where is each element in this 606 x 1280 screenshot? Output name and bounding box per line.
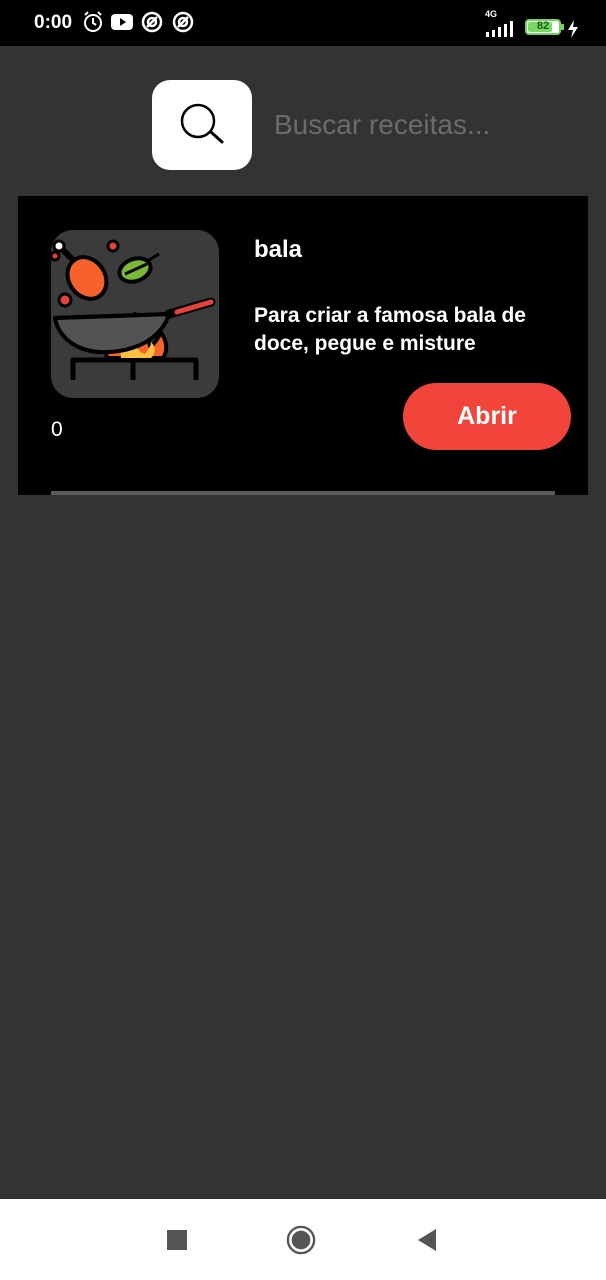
card-divider bbox=[51, 491, 555, 495]
signal-icon bbox=[484, 20, 516, 43]
charging-icon bbox=[567, 20, 579, 43]
alarm-icon bbox=[82, 10, 104, 39]
search-input[interactable] bbox=[272, 98, 576, 152]
recipe-title: bala bbox=[254, 236, 303, 263]
battery-level: 82 bbox=[536, 20, 550, 32]
recipe-count: 0 bbox=[51, 418, 63, 441]
home-circle-icon[interactable] bbox=[286, 1225, 316, 1255]
sync-icon bbox=[172, 10, 194, 39]
navigation-bar bbox=[0, 1199, 606, 1280]
search-button[interactable] bbox=[152, 80, 252, 170]
back-triangle-icon[interactable] bbox=[412, 1225, 442, 1255]
battery-icon: 82 bbox=[525, 19, 561, 35]
recipe-card: bala Para criar a famosa bala de doce, p… bbox=[18, 196, 588, 495]
sync-icon bbox=[141, 10, 163, 39]
wok-cooking-icon bbox=[51, 230, 219, 398]
open-recipe-button[interactable]: Abrir bbox=[403, 383, 571, 450]
recipe-description: Para criar a famosa bala de doce, pegue … bbox=[254, 304, 526, 355]
status-time: 0:00 bbox=[34, 12, 73, 33]
network-type: 4G bbox=[485, 9, 498, 19]
status-bar: 0:00 4G 82 bbox=[0, 0, 606, 46]
battery-tip bbox=[561, 24, 564, 30]
youtube-icon bbox=[110, 12, 134, 37]
search-icon bbox=[176, 101, 228, 150]
recents-square-icon[interactable] bbox=[162, 1225, 192, 1255]
